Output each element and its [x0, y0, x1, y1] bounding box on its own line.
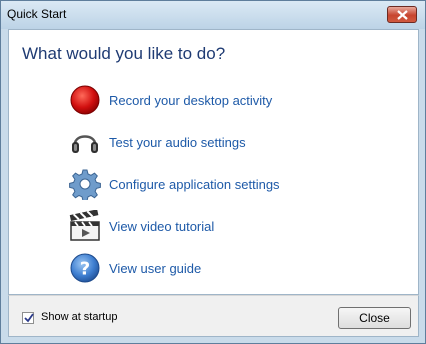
- item-label: Configure application settings: [109, 177, 280, 192]
- configure-application-settings-link[interactable]: Configure application settings: [69, 168, 369, 202]
- show-at-startup-label[interactable]: Show at startup: [41, 311, 117, 323]
- headphones-icon: [72, 135, 98, 153]
- test-audio-settings-link[interactable]: Test your audio settings: [69, 126, 369, 160]
- item-label: View user guide: [109, 261, 202, 276]
- window-title: Quick Start: [7, 7, 67, 21]
- footer-bar: Show at startup Close: [8, 295, 419, 337]
- svg-text:?: ?: [80, 259, 90, 280]
- page-title: What would you like to do?: [22, 44, 226, 63]
- help-icon: ?: [70, 253, 100, 283]
- item-label: Record your desktop activity: [109, 93, 273, 108]
- show-at-startup-checkbox[interactable]: [22, 312, 34, 324]
- close-button[interactable]: Close: [338, 307, 411, 329]
- record-desktop-activity-link[interactable]: Record your desktop activity: [69, 84, 369, 118]
- item-label: Test your audio settings: [109, 135, 246, 150]
- checkmark-icon: [24, 313, 34, 323]
- record-icon: [70, 85, 100, 115]
- main-panel: What would you like to do? Record your d…: [8, 29, 419, 295]
- view-user-guide-link[interactable]: ? View user guide: [69, 252, 369, 286]
- gear-icon: [69, 169, 101, 200]
- view-video-tutorial-link[interactable]: View video tutorial: [69, 210, 369, 244]
- close-icon: [397, 10, 408, 20]
- clapperboard-icon: [69, 210, 100, 241]
- window-close-button[interactable]: [387, 6, 417, 23]
- title-bar[interactable]: Quick Start: [1, 1, 425, 29]
- item-label: View video tutorial: [109, 219, 215, 234]
- quick-start-window: Quick Start What would you like to do? R…: [0, 0, 426, 344]
